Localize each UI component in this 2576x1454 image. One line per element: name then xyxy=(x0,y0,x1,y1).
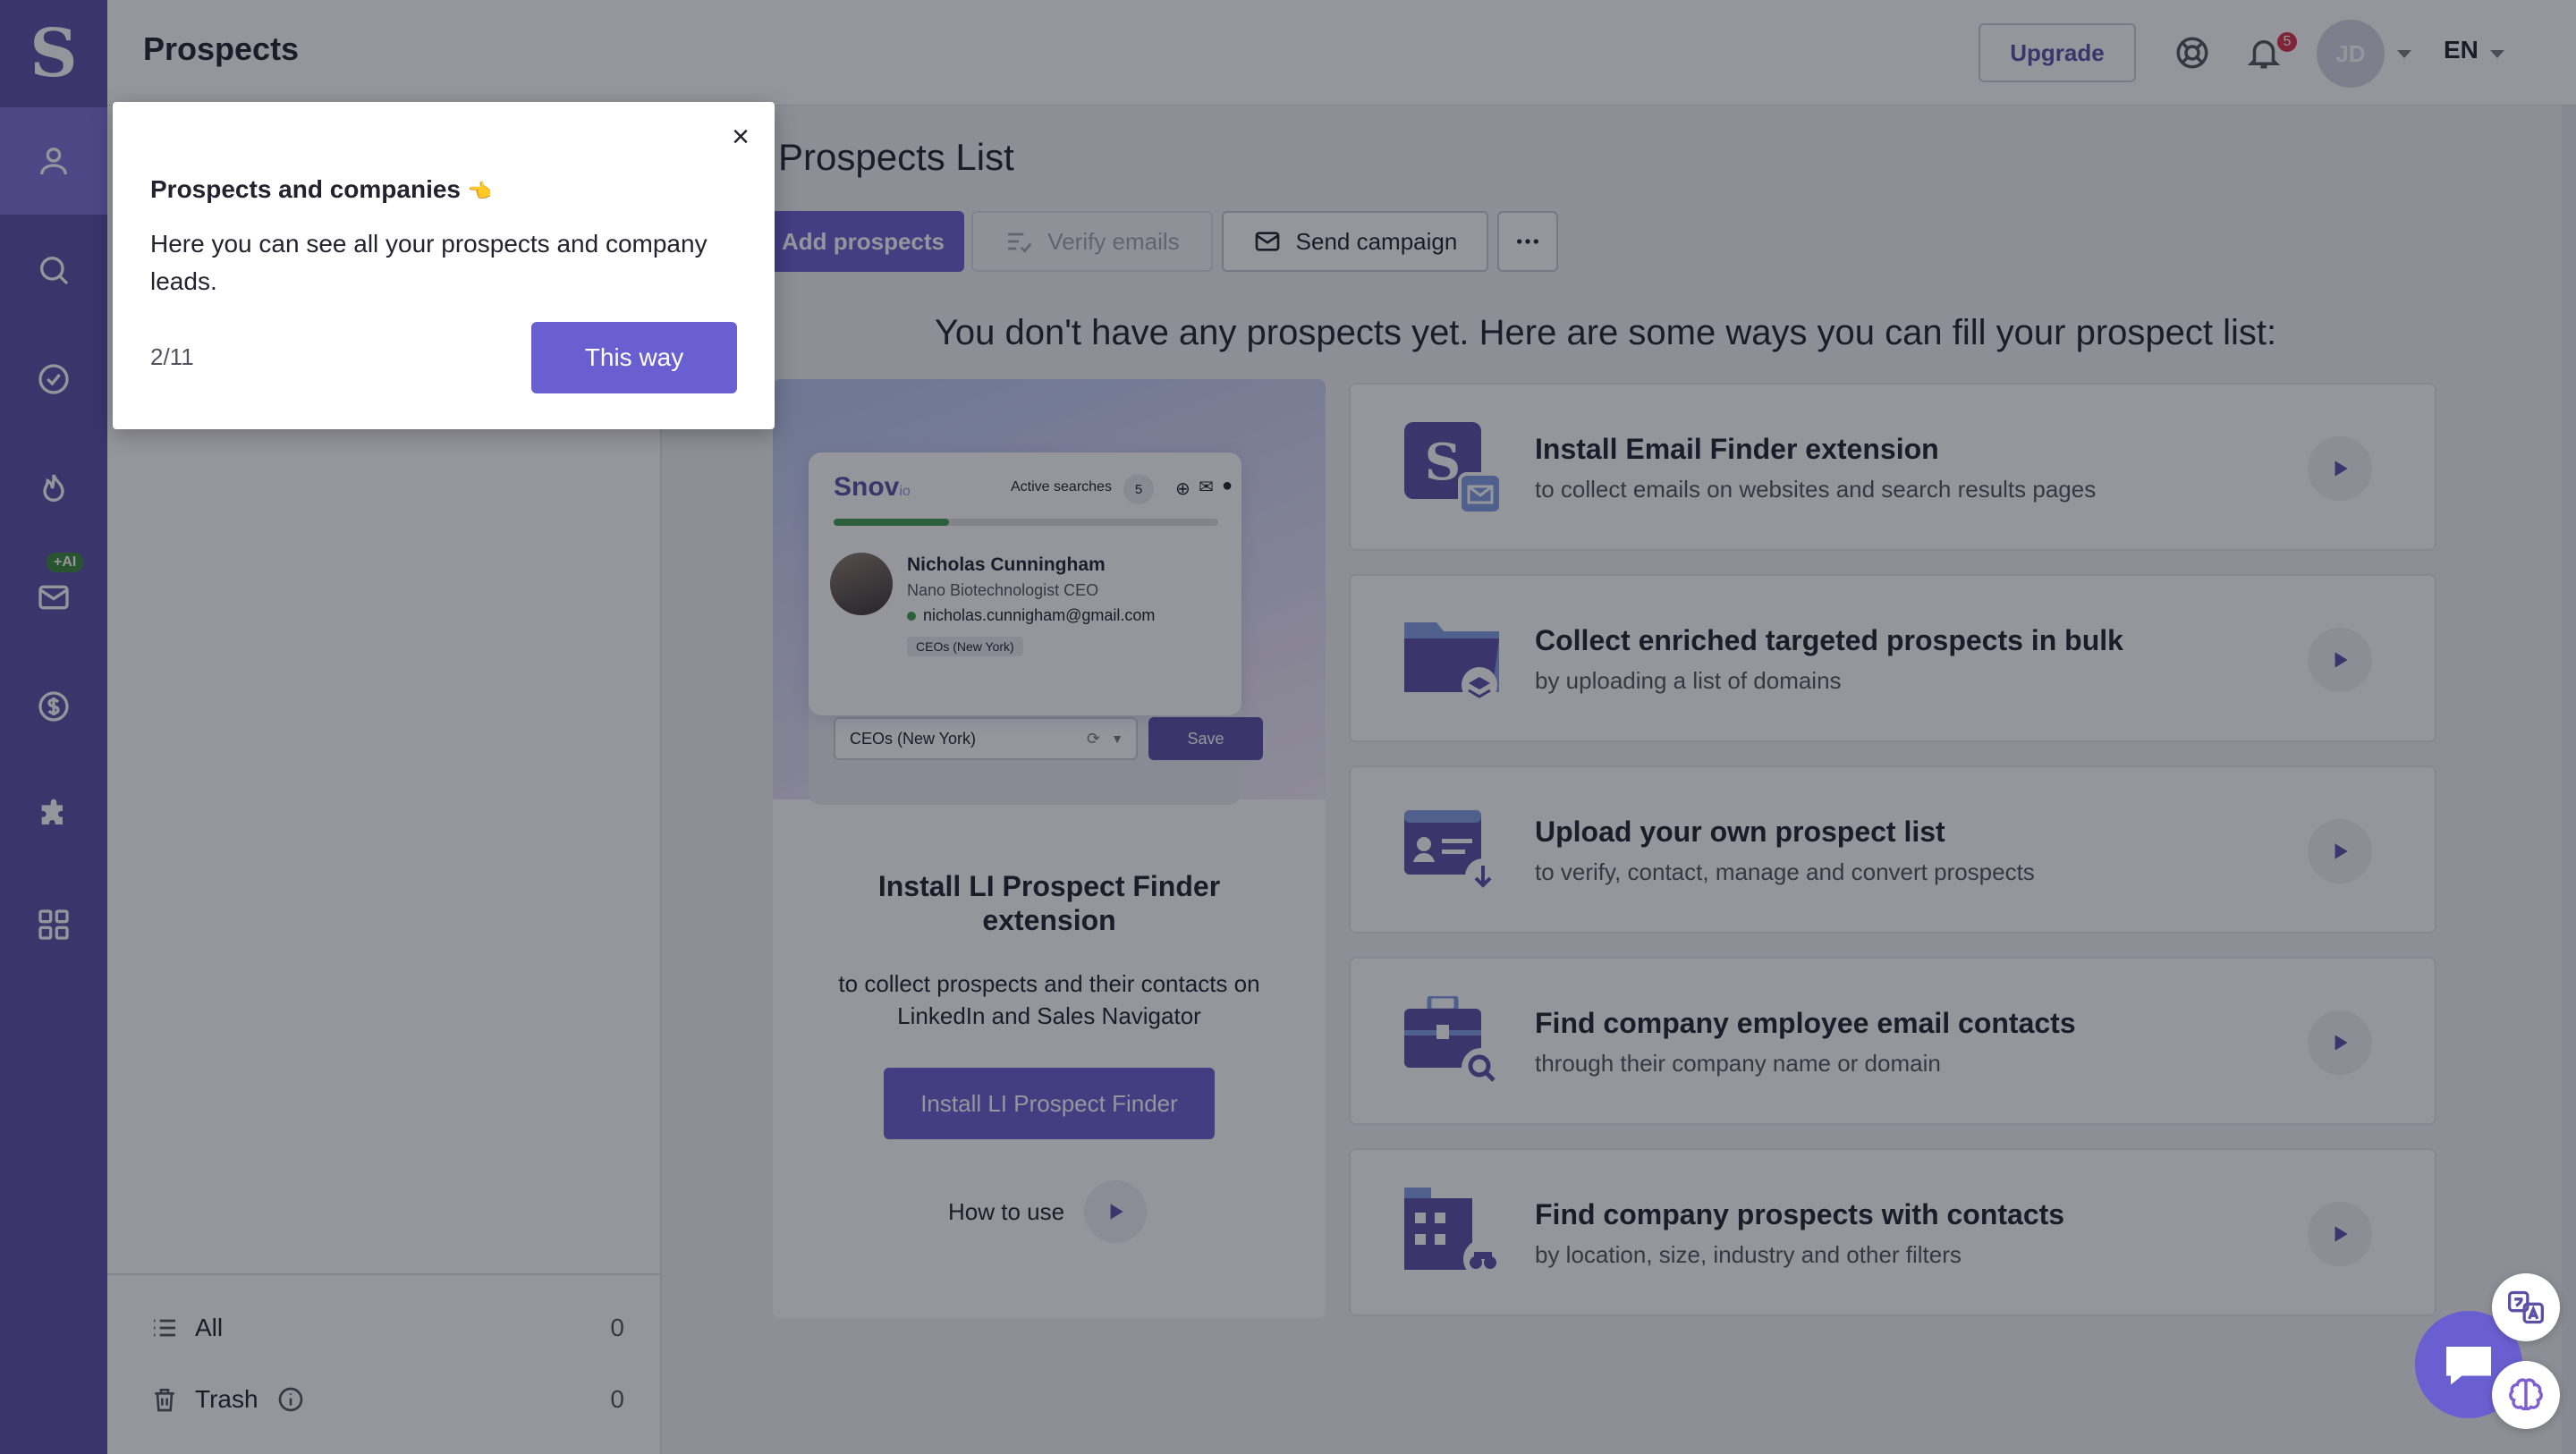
chat-icon xyxy=(2446,1347,2491,1385)
close-tooltip-button[interactable]: × xyxy=(732,120,750,155)
ai-assistant-button[interactable] xyxy=(2492,1361,2560,1429)
tooltip-title-text: Prospects and companies xyxy=(150,175,462,203)
translate-icon xyxy=(2508,1290,2544,1324)
translate-widget-button[interactable] xyxy=(2492,1273,2560,1341)
onboarding-tooltip: × Prospects and companies 👈 Here you can… xyxy=(113,102,775,429)
tooltip-title: Prospects and companies 👈 xyxy=(150,175,492,204)
this-way-button[interactable]: This way xyxy=(531,322,737,393)
tooltip-step-counter: 2/11 xyxy=(150,343,194,370)
brain-icon xyxy=(2509,1378,2543,1411)
pointing-hand-icon: 👈 xyxy=(467,180,493,202)
tooltip-text: Here you can see all your prospects and … xyxy=(150,230,708,295)
